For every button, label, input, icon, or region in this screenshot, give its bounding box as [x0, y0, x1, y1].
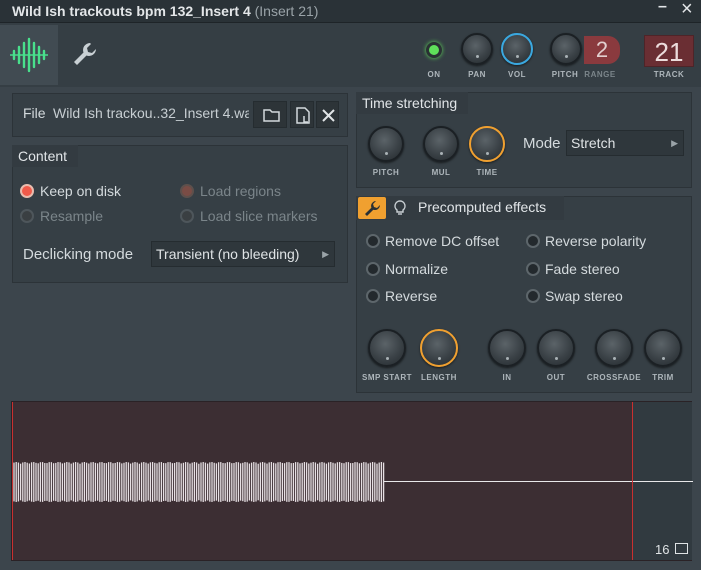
range-display[interactable]: 2 [584, 36, 620, 64]
ts-pitch-knob[interactable] [368, 126, 404, 162]
range-label: RANGE [584, 70, 616, 79]
reverse-radio[interactable] [366, 289, 380, 303]
crossfade-knob[interactable] [595, 329, 633, 367]
file-locate-icon [296, 107, 310, 124]
ts-time-knob[interactable] [469, 126, 505, 162]
swap-stereo-radio[interactable] [526, 289, 540, 303]
remove-dc-radio[interactable] [366, 234, 380, 248]
grid-snap-icon[interactable] [675, 543, 688, 554]
normalize-radio[interactable] [366, 262, 380, 276]
locate-file-button[interactable] [290, 101, 314, 128]
pan-label: PAN [468, 70, 486, 79]
load-regions-radio[interactable] [180, 184, 194, 198]
track-label: TRACK [653, 70, 685, 79]
content-title: Content [12, 145, 78, 167]
vol-label: VOL [508, 70, 526, 79]
file-label: File [23, 105, 46, 121]
pitch-label: PITCH [551, 70, 579, 79]
in-label: IN [502, 373, 512, 382]
fade-stereo-label[interactable]: Fade stereo [545, 261, 620, 277]
trim-label: TRIM [652, 373, 674, 382]
load-regions-label[interactable]: Load regions [200, 183, 281, 199]
reverse-polarity-radio[interactable] [526, 234, 540, 248]
tab-miscellaneous[interactable] [66, 37, 102, 73]
swap-stereo-label[interactable]: Swap stereo [545, 288, 623, 304]
waveform-view[interactable]: 16 [11, 401, 693, 561]
window-subtitle: (Insert 21) [254, 3, 319, 19]
file-name: Wild Ish trackou..32_Insert 4.wav [53, 105, 249, 121]
trim-knob[interactable] [644, 329, 682, 367]
on-led[interactable] [426, 42, 442, 58]
waveform-graph [13, 462, 385, 502]
fx-wrench-toggle[interactable] [358, 197, 386, 219]
pan-knob[interactable] [461, 33, 493, 65]
reverse-polarity-label[interactable]: Reverse polarity [545, 233, 646, 249]
load-slice-markers-radio[interactable] [180, 209, 194, 223]
ts-mul-knob[interactable] [423, 126, 459, 162]
minimize-button[interactable]: – [658, 0, 667, 16]
lightbulb-icon [394, 200, 406, 215]
tab-sample[interactable] [0, 25, 58, 85]
vol-knob[interactable] [501, 33, 533, 65]
folder-icon [263, 109, 280, 122]
resample-radio[interactable] [20, 209, 34, 223]
ts-time-label: TIME [476, 168, 498, 177]
channel-settings-window: Wild Ish trackouts bpm 132_Insert 4 (Ins… [0, 0, 701, 570]
mode-select[interactable]: Stretch ▶ [566, 130, 684, 156]
in-knob[interactable] [488, 329, 526, 367]
end-marker[interactable] [632, 402, 633, 560]
track-display[interactable]: 21 [644, 35, 694, 67]
pitch-knob[interactable] [550, 33, 582, 65]
declicking-label: Declicking mode [23, 246, 134, 263]
load-slice-markers-label[interactable]: Load slice markers [200, 208, 318, 224]
length-knob[interactable] [420, 329, 458, 367]
declicking-mode-select[interactable]: Transient (no bleeding) ▶ [151, 241, 335, 267]
clear-file-button[interactable] [316, 101, 339, 128]
ts-pitch-label: PITCH [372, 168, 400, 177]
fx-bulb-toggle[interactable] [390, 198, 410, 218]
smp-start-label: SMP START [362, 373, 412, 382]
chevron-right-icon: ▶ [322, 249, 329, 259]
fade-stereo-radio[interactable] [526, 262, 540, 276]
time-stretching-title: Time stretching [356, 92, 468, 114]
close-icon [322, 109, 335, 122]
length-label: LENGTH [421, 373, 457, 382]
wrench-icon [365, 201, 380, 216]
remove-dc-label[interactable]: Remove DC offset [385, 233, 499, 249]
declicking-mode-value: Transient (no bleeding) [156, 246, 300, 262]
browse-folder-button[interactable] [253, 101, 287, 128]
keep-on-disk-label[interactable]: Keep on disk [40, 183, 121, 199]
close-button[interactable]: × [681, 0, 693, 21]
crossfade-label: CROSSFADE [586, 373, 642, 382]
waveform-baseline [384, 481, 693, 482]
chevron-right-icon: ▶ [671, 138, 678, 148]
start-marker[interactable] [12, 402, 13, 560]
window-title: Wild Ish trackouts bpm 132_Insert 4 (Ins… [12, 3, 318, 19]
keep-on-disk-radio[interactable] [20, 184, 34, 198]
out-knob[interactable] [537, 329, 575, 367]
mode-label: Mode [523, 135, 561, 152]
normalize-label[interactable]: Normalize [385, 261, 448, 277]
wrench-icon [74, 43, 96, 65]
window-title-text: Wild Ish trackouts bpm 132_Insert 4 [12, 3, 251, 19]
title-bar[interactable]: Wild Ish trackouts bpm 132_Insert 4 (Ins… [0, 0, 701, 23]
out-label: OUT [546, 373, 566, 382]
reverse-label[interactable]: Reverse [385, 288, 437, 304]
smp-start-knob[interactable] [368, 329, 406, 367]
on-label: ON [427, 70, 441, 79]
precomputed-title: Precomputed effects [418, 199, 547, 215]
waveform-icon [10, 37, 48, 73]
resample-label[interactable]: Resample [40, 208, 103, 224]
ts-mul-label: MUL [431, 168, 451, 177]
grid-value: 16 [655, 542, 670, 557]
mode-value: Stretch [571, 135, 616, 151]
